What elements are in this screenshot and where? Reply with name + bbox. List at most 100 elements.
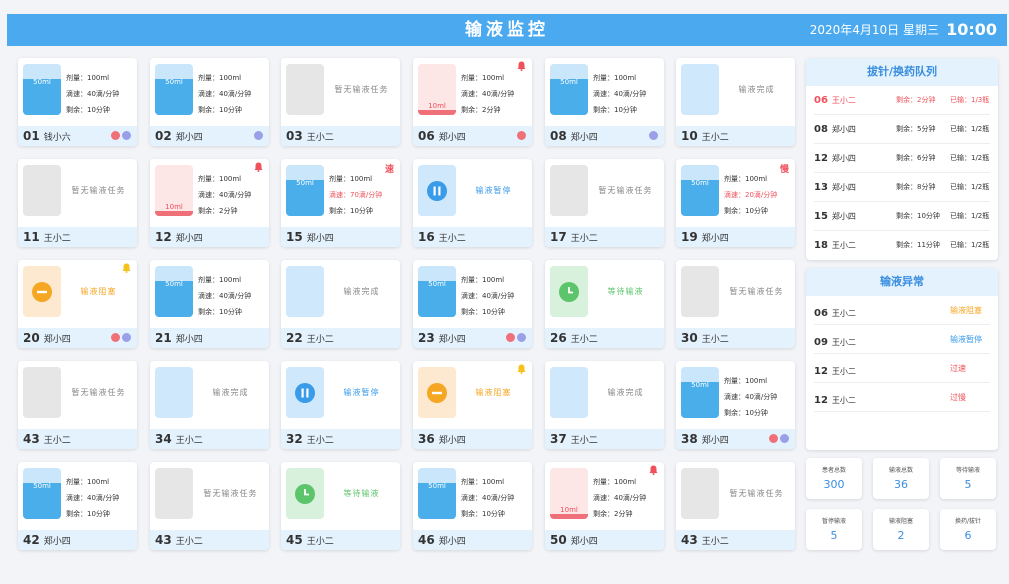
dose-text: 剂量：100ml [724, 175, 768, 183]
stat-value: 5 [830, 529, 838, 542]
stat-card[interactable]: 输液阻塞 2 [873, 509, 929, 550]
bed-card[interactable]: 输液完成 34 王小二 [150, 361, 269, 449]
queue-row[interactable]: 08 郑小四 剩余：5分钟 已输：1/2瓶 [814, 115, 990, 144]
queue-row[interactable]: 18 王小二 剩余：11分钟 已输：1/2瓶 [814, 231, 990, 260]
infusion-bottle-icon: 50ml [23, 64, 61, 115]
queue-row[interactable]: 15 郑小四 剩余：10分钟 已输：1/2瓶 [814, 202, 990, 231]
bed-number: 37 [550, 432, 567, 446]
bed-card[interactable]: 输液完成 10 王小二 [676, 58, 795, 146]
stat-card[interactable]: 患者总数 300 [806, 458, 862, 499]
remain-text: 剩余：2分钟 [198, 207, 238, 215]
bed-number: 36 [418, 432, 435, 446]
bottle-neck [562, 211, 576, 216]
infusion-bottle-icon: 50ml [155, 64, 193, 115]
queue-count: 已输：1/2瓶 [950, 125, 990, 133]
queue-row[interactable]: 12 郑小四 剩余：6分钟 已输：1/2瓶 [814, 144, 990, 173]
abnormal-status: 过慢 [950, 393, 966, 402]
stat-card[interactable]: 换药/拔针 6 [940, 509, 996, 550]
abnormal-row[interactable]: 12 王小二 过速 [814, 354, 990, 383]
bed-number: 11 [23, 230, 40, 244]
bed-card[interactable]: 剂量：100ml 滴速：40滴/分钟 剩余：2分钟 10ml 06 郑小四 [413, 58, 532, 146]
bed-card[interactable]: 输液暂停 32 王小二 [281, 361, 400, 449]
patient-name: 郑小四 [701, 234, 729, 244]
bed-card[interactable]: 输液阻塞 36 郑小四 [413, 361, 532, 449]
bottle-neck [430, 110, 444, 115]
abnormal-title: 输液异常 [806, 268, 998, 296]
bed-card[interactable]: 输液完成 37 王小二 [545, 361, 664, 449]
infusion-info: 剂量：100ml 滴速：40滴/分钟 剩余：10分钟 [461, 474, 514, 522]
stat-card[interactable]: 等待输液 5 [940, 458, 996, 499]
badge-group [504, 333, 526, 348]
card-footer: 10 王小二 [676, 126, 795, 146]
bottle-neck [430, 413, 444, 418]
stat-value: 300 [823, 478, 845, 491]
infusion-bottle-icon [155, 468, 193, 519]
bottle-neck [693, 211, 707, 216]
badge-group [767, 434, 789, 449]
bed-card[interactable]: 剂量：100ml 滴速：40滴/分钟 剩余：10分钟 50ml 46 郑小四 [413, 462, 532, 550]
queue-patient-name: 郑小四 [831, 183, 856, 192]
patient-name: 王小二 [306, 436, 334, 446]
bed-card[interactable]: 剂量：100ml 滴速：40滴/分钟 剩余：2分钟 10ml 50 郑小四 [545, 462, 664, 550]
queue-row[interactable]: 13 郑小四 剩余：8分钟 已输：1/2瓶 [814, 173, 990, 202]
bed-number: 02 [155, 129, 172, 143]
bed-card[interactable]: 剂量：100ml 滴速：40滴/分钟 剩余：10分钟 50ml 01 钱小六 [18, 58, 137, 146]
abnormal-row[interactable]: 09 王小二 输液暂停 [814, 325, 990, 354]
bed-card[interactable]: 剂量：100ml 滴速：40滴/分钟 剩余：10分钟 50ml 38 郑小四 [676, 361, 795, 449]
infusion-bottle-icon: 50ml [23, 468, 61, 519]
status-text: 输液完成 [212, 388, 249, 397]
bed-card[interactable]: 剂量：100ml 滴速：40滴/分钟 剩余：2分钟 10ml 12 郑小四 [150, 159, 269, 247]
queue-patient-name: 郑小四 [831, 212, 856, 221]
stat-card[interactable]: 暂停输液 5 [806, 509, 862, 550]
bed-card[interactable]: 剂量：100ml 滴速：40滴/分钟 剩余：10分钟 50ml 02 郑小四 [150, 58, 269, 146]
bed-card[interactable]: 等待输液 45 王小二 [281, 462, 400, 550]
bed-card[interactable]: 暂无输液任务 17 王小二 [545, 159, 664, 247]
status-dot-icon [111, 131, 120, 140]
queue-bed-number: 18 [814, 240, 828, 251]
card-footer: 42 郑小四 [18, 530, 137, 550]
bed-card[interactable]: 暂无输液任务 03 王小二 [281, 58, 400, 146]
bed-card[interactable]: 暂无输液任务 11 王小二 [18, 159, 137, 247]
infusion-bottle-icon [23, 165, 61, 216]
stat-value: 6 [964, 529, 972, 542]
infusion-bottle-icon: 50ml [155, 266, 193, 317]
status-dot-icon [780, 434, 789, 443]
bed-card[interactable]: 剂量：100ml 滴速：70滴/分钟 剩余：10分钟 50ml 速 15 郑小四 [281, 159, 400, 247]
bed-card[interactable]: 剂量：100ml 滴速：40滴/分钟 剩余：10分钟 50ml 42 郑小四 [18, 462, 137, 550]
bottle-neck [430, 312, 444, 317]
bed-number: 06 [418, 129, 435, 143]
queue-patient-name: 郑小四 [831, 154, 856, 163]
remain-text: 剩余：10分钟 [593, 106, 637, 114]
bed-card[interactable]: 输液阻塞 20 郑小四 [18, 260, 137, 348]
patient-name: 王小二 [306, 133, 334, 143]
stat-card[interactable]: 输液总数 36 [873, 458, 929, 499]
bed-card[interactable]: 剂量：100ml 滴速：20滴/分钟 剩余：10分钟 50ml 慢 19 郑小四 [676, 159, 795, 247]
infusion-bottle-icon: 50ml [418, 266, 456, 317]
bed-card[interactable]: 剂量：100ml 滴速：40滴/分钟 剩余：10分钟 50ml 23 郑小四 [413, 260, 532, 348]
bed-card[interactable]: 暂无输液任务 43 王小二 [676, 462, 795, 550]
bed-card[interactable]: 剂量：100ml 滴速：40滴/分钟 剩余：10分钟 50ml 08 郑小四 [545, 58, 664, 146]
abnormal-row[interactable]: 06 王小二 输液阻塞 [814, 296, 990, 325]
queue-count: 已输：1/2瓶 [950, 183, 990, 191]
bed-card[interactable]: 暂无输液任务 43 王小二 [18, 361, 137, 449]
bed-card[interactable]: 暂无输液任务 43 王小二 [150, 462, 269, 550]
abnormal-row[interactable]: 12 王小二 过慢 [814, 383, 990, 412]
dose-text: 剂量：100ml [66, 478, 110, 486]
stat-value: 2 [897, 529, 905, 542]
bed-card[interactable]: 剂量：100ml 滴速：40滴/分钟 剩余：10分钟 50ml 21 郑小四 [150, 260, 269, 348]
bottle-volume-label: 50ml [691, 179, 709, 187]
bed-number: 34 [155, 432, 172, 446]
bottle-neck [298, 211, 312, 216]
queue-row[interactable]: 06 王小二 剩余：2分钟 已输：1/3瓶 [814, 86, 990, 115]
infusion-info: 剂量：100ml 滴速：40滴/分钟 剩余：10分钟 [66, 474, 119, 522]
queue-remain: 剩余：11分钟 [896, 241, 940, 249]
bed-card[interactable]: 等待输液 26 王小二 [545, 260, 664, 348]
bed-card[interactable]: 输液暂停 16 王小二 [413, 159, 532, 247]
bed-number: 10 [681, 129, 698, 143]
card-footer: 32 王小二 [281, 429, 400, 449]
bed-card[interactable]: 暂无输液任务 30 王小二 [676, 260, 795, 348]
bottle-neck [167, 110, 181, 115]
stat-label: 输液总数 [888, 467, 913, 474]
bed-card[interactable]: 输液完成 22 王小二 [281, 260, 400, 348]
rate-text: 滴速：40滴/分钟 [461, 494, 515, 502]
